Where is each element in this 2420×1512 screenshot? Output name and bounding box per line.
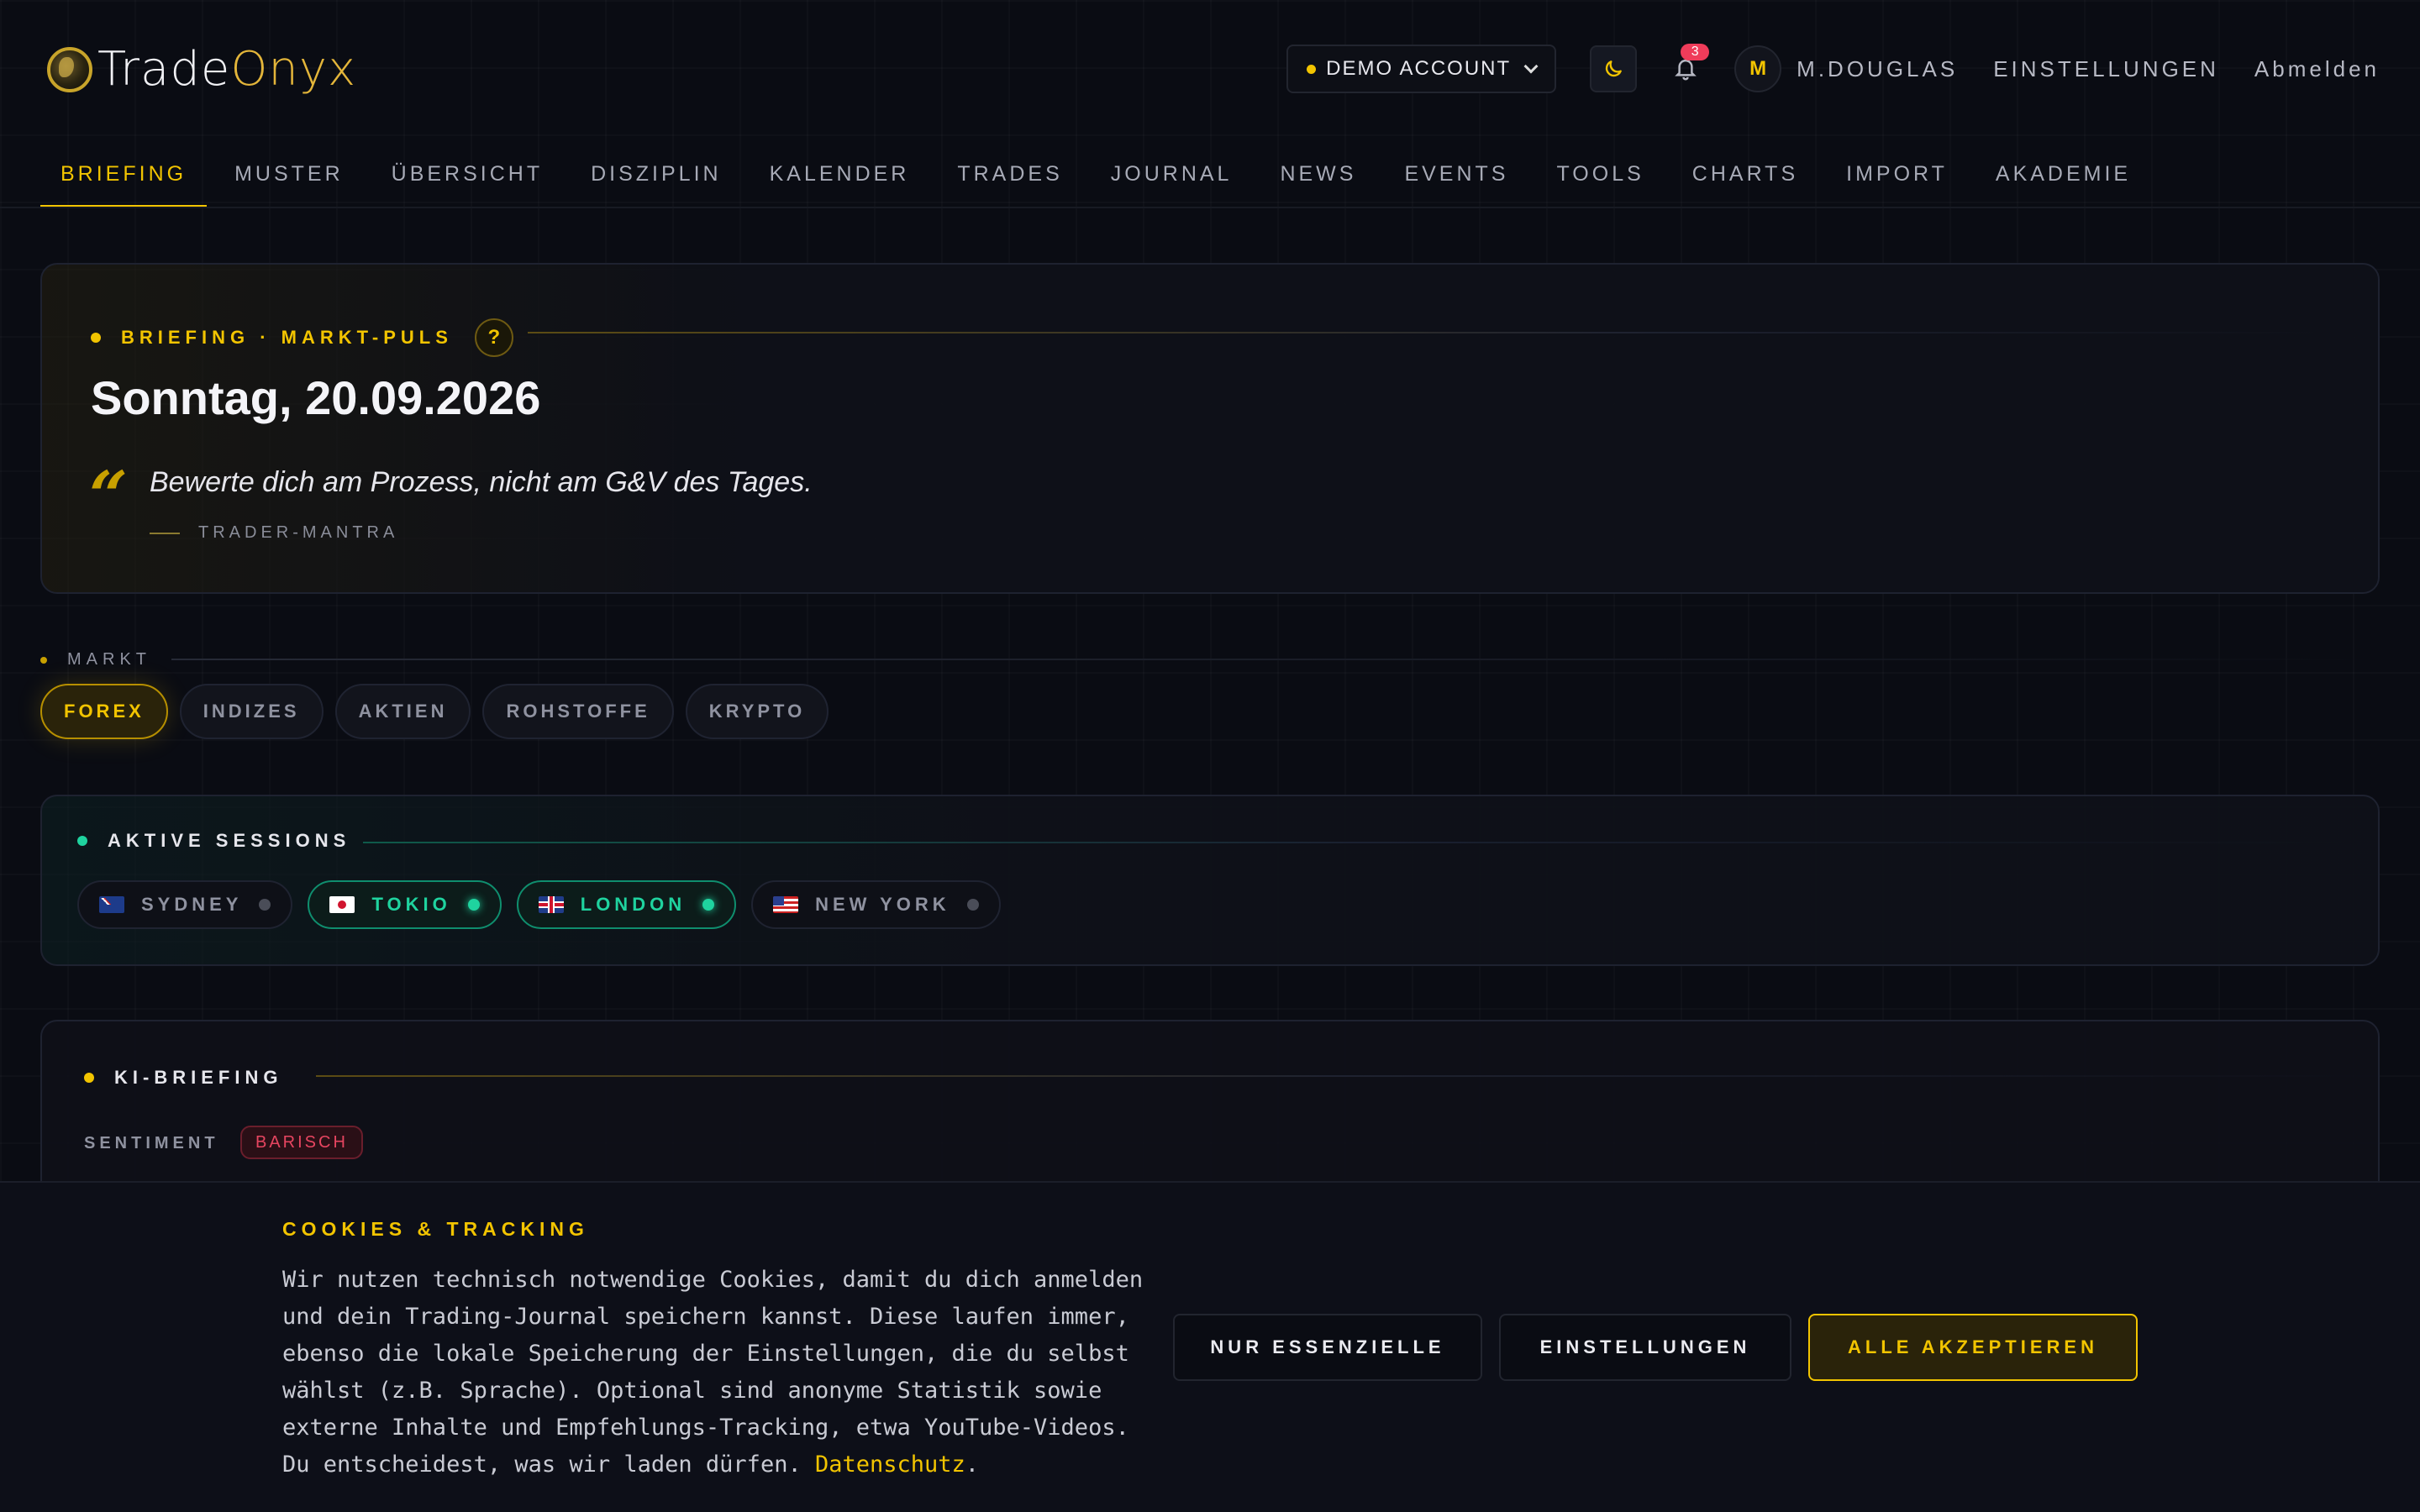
- uk-flag-icon: [538, 896, 564, 913]
- quote-icon: “: [89, 456, 129, 535]
- tab-import[interactable]: IMPORT: [1826, 139, 1968, 208]
- logout-link[interactable]: Abmelden: [2254, 56, 2380, 82]
- sentiment-label: SENTIMENT: [84, 1134, 219, 1152]
- mantra-quote: Bewerte dich am Prozess, nicht am G&V de…: [150, 466, 813, 498]
- account-status-dot: [1307, 64, 1317, 74]
- essential-only-button[interactable]: NUR ESSENZIELLE: [1173, 1314, 1482, 1381]
- tab-muster[interactable]: MUSTER: [214, 139, 364, 208]
- help-button[interactable]: ?: [474, 318, 513, 357]
- cookie-actions: NUR ESSENZIELLE EINSTELLUNGEN ALLE AKZEP…: [1173, 1314, 2138, 1381]
- session-list: SYDNEY TOKIO LONDON NEW YORK: [77, 880, 1001, 929]
- tab-kalender[interactable]: KALENDER: [750, 139, 930, 208]
- top-bar: TradeOnyx DEMO ACCOUNT 3 M M.DOUGLAS EIN…: [0, 0, 2420, 139]
- tab-trades[interactable]: TRADES: [937, 139, 1082, 208]
- briefing-card: BRIEFING · MARKT-PULS ? Sonntag, 20.09.2…: [40, 263, 2380, 594]
- sessions-card: AKTIVE SESSIONS SYDNEY TOKIO LONDON NEW …: [40, 795, 2380, 966]
- theme-toggle[interactable]: [1590, 45, 1638, 92]
- tab-tools[interactable]: TOOLS: [1536, 139, 1664, 208]
- markt-rule: [171, 659, 2380, 660]
- japan-flag-icon: [329, 896, 355, 913]
- session-name: LONDON: [580, 894, 687, 915]
- brand-name-part1: Trade: [97, 42, 231, 97]
- market-filter: FOREX INDIZES AKTIEN ROHSTOFFE KRYPTO: [40, 684, 829, 739]
- markt-eyebrow: MARKT: [40, 650, 151, 669]
- ki-rule: [316, 1075, 2349, 1077]
- cookie-title: COOKIES & TRACKING: [282, 1218, 589, 1240]
- account-switcher[interactable]: DEMO ACCOUNT: [1286, 45, 1557, 93]
- eyebrow-dot: [77, 836, 87, 846]
- cookie-text-suffix: .: [965, 1452, 980, 1478]
- briefing-eyebrow-label: BRIEFING · MARKT-PULS: [121, 327, 453, 348]
- ki-eyebrow: KI-BRIEFING: [84, 1067, 282, 1089]
- brand-name-part2: Onyx: [230, 42, 357, 97]
- session-name: TOKIO: [371, 894, 451, 915]
- moon-icon: [1606, 60, 1623, 77]
- session-london: LONDON: [516, 880, 737, 929]
- main-nav: BRIEFING MUSTER ÜBERSICHT DISZIPLIN KALE…: [40, 139, 2159, 208]
- session-sydney: SYDNEY: [77, 880, 293, 929]
- market-chip-forex[interactable]: FOREX: [40, 684, 168, 739]
- session-status-dot: [467, 899, 480, 911]
- sentiment-badge: BARISCH: [240, 1126, 363, 1159]
- cookie-text: Wir nutzen technisch notwendige Cookies,…: [282, 1262, 1156, 1483]
- session-name: SYDNEY: [141, 894, 243, 915]
- brand-name: TradeOnyx: [97, 42, 356, 97]
- market-chip-krypto[interactable]: KRYPTO: [685, 684, 829, 739]
- tab-disziplin[interactable]: DISZIPLIN: [571, 139, 741, 208]
- account-label: DEMO ACCOUNT: [1326, 57, 1512, 80]
- session-status-dot: [259, 899, 271, 911]
- cookie-banner: COOKIES & TRACKING Wir nutzen technisch …: [0, 1181, 2420, 1512]
- tab-uebersicht[interactable]: ÜBERSICHT: [371, 139, 563, 208]
- avatar[interactable]: M: [1734, 45, 1782, 92]
- nav-divider: [0, 207, 2420, 208]
- onyx-logo-icon: [47, 46, 92, 92]
- tab-akademie[interactable]: AKADEMIE: [1975, 139, 2151, 208]
- us-flag-icon: [773, 896, 799, 913]
- market-chip-indizes[interactable]: INDIZES: [179, 684, 324, 739]
- brand-logo[interactable]: TradeOnyx: [47, 42, 356, 97]
- chevron-down-icon: [1523, 59, 1539, 74]
- session-status-dot: [966, 899, 979, 911]
- notifications-button[interactable]: 3: [1669, 44, 1710, 92]
- username-link[interactable]: M.DOUGLAS: [1797, 56, 1958, 82]
- tab-briefing[interactable]: BRIEFING: [40, 139, 208, 208]
- session-tokio: TOKIO: [308, 880, 502, 929]
- accept-all-button[interactable]: ALLE AKZEPTIEREN: [1808, 1314, 2138, 1381]
- cookie-settings-button[interactable]: EINSTELLUNGEN: [1499, 1314, 1791, 1381]
- tab-events[interactable]: EVENTS: [1384, 139, 1528, 208]
- quote-attribution: TRADER-MANTRA: [150, 523, 398, 543]
- settings-link[interactable]: EINSTELLUNGEN: [1993, 56, 2219, 82]
- eyebrow-dot: [40, 656, 47, 664]
- sessions-label: AKTIVE SESSIONS: [108, 830, 351, 851]
- eyebrow-dot: [84, 1073, 94, 1083]
- eyebrow-dot: [91, 333, 101, 343]
- market-chip-aktien[interactable]: AKTIEN: [334, 684, 471, 739]
- page-title: Sonntag, 20.09.2026: [91, 371, 541, 424]
- eyebrow-rule: [528, 332, 2343, 333]
- sessions-eyebrow: AKTIVE SESSIONS: [77, 830, 350, 852]
- notification-count-badge: 3: [1681, 44, 1710, 60]
- session-status-dot: [702, 899, 715, 911]
- session-new-york: NEW YORK: [751, 880, 1001, 929]
- tab-news[interactable]: NEWS: [1260, 139, 1376, 208]
- australia-flag-icon: [99, 896, 124, 913]
- cookie-body: Wir nutzen technisch notwendige Cookies,…: [282, 1267, 1144, 1478]
- sessions-rule: [363, 842, 2346, 843]
- session-name: NEW YORK: [815, 894, 950, 915]
- briefing-eyebrow: BRIEFING · MARKT-PULS ?: [91, 318, 513, 357]
- markt-label: MARKT: [67, 650, 151, 669]
- tab-journal[interactable]: JOURNAL: [1091, 139, 1253, 208]
- market-chip-rohstoffe[interactable]: ROHSTOFFE: [482, 684, 674, 739]
- header-actions: DEMO ACCOUNT 3 M M.DOUGLAS EINSTELLUNGEN…: [1286, 44, 2380, 93]
- tab-charts[interactable]: CHARTS: [1672, 139, 1818, 208]
- ki-label: KI-BRIEFING: [114, 1067, 283, 1088]
- privacy-link[interactable]: Datenschutz: [815, 1452, 965, 1478]
